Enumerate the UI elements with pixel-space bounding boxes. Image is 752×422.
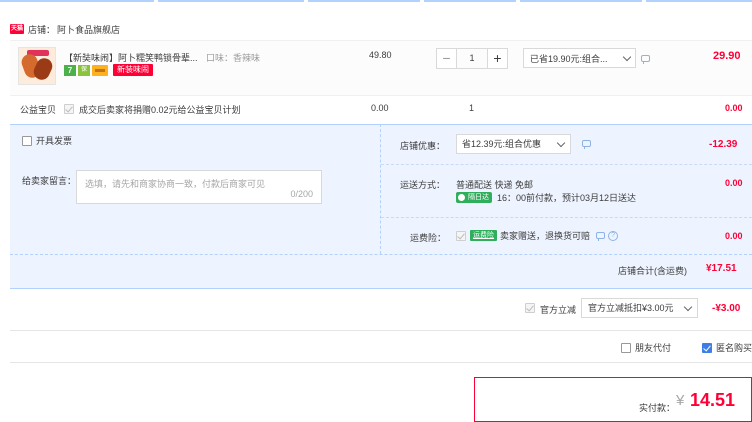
divider [381,164,752,165]
item-badges: 7 保 新装味闹 [64,64,153,76]
seller-message-input[interactable]: 选填，请先和商家协商一致，付款后商家可见 0/200 [76,170,322,204]
help-icon[interactable]: ? [608,230,619,241]
insurance-row: 运费险 卖家赠送，退换货可赔 ? [456,229,619,242]
chat-icon[interactable] [596,232,606,241]
store-coupon-select[interactable]: 省12.39元:组合优惠 [456,134,571,154]
credit-card-icon[interactable] [92,64,108,76]
product-thumbnail[interactable] [18,47,56,85]
insurance-amount: 0.00 [725,231,743,241]
shipping-eta: 16：00前付款，预计03月12日送达 [497,193,637,203]
store-coupon-label: 店铺优惠： [400,141,446,151]
tmall-icon: 天猫 [10,24,24,34]
item-sku: 口味：香辣味 [206,53,261,63]
item-discount-select[interactable]: 已省19.90元:组合... [523,48,636,68]
official-discount-label: 官方立减 [540,305,577,315]
charity-label: 公益宝贝 [20,105,57,115]
insurance-text: 卖家赠送，退换货可赔 [500,231,591,241]
official-discount-checkbox[interactable] [525,303,535,313]
shipping-label: 运送方式： [400,180,446,190]
insurance-tag[interactable]: 运费险 [470,230,497,241]
item-unit-price: 49.80 [369,50,392,60]
payment-label: 实付款： [639,403,676,413]
divider [10,330,752,331]
anonymous-label: 匿名购买 [716,343,752,353]
store-total-label: 店铺合计(含运费) [618,266,687,276]
store-header: 天猫 店铺： 阿卜食品旗舰店 [10,22,120,36]
official-discount-amount: -¥3.00 [712,303,741,314]
message-char-count: 0/200 [290,189,313,199]
quantity-increase-button[interactable]: + [487,48,508,69]
top-divider [0,0,752,2]
quantity-input[interactable]: 1 [457,48,487,69]
item-total: 29.90 [713,50,741,62]
charity-text: 成交后卖家将捐赠0.02元给公益宝贝计划 [79,105,241,115]
store-coupon-value: 省12.39元:组合优惠 [462,139,542,149]
anonymous-checkbox[interactable] [702,342,712,353]
item-discount-value: 已省19.90元:组合... [530,53,608,64]
promo-tag: 新装味闹 [113,64,153,76]
quantity-decrease-button[interactable]: − [436,48,457,69]
insurance-label: 运费险： [410,233,447,243]
divider [381,217,752,218]
shipping-eta-row: 隔日达 16：00前付款，预计03月12日送达 [456,191,636,204]
divider [10,254,752,255]
message-label: 给卖家留言： [22,176,77,186]
chevron-down-icon [556,138,566,148]
charity-total: 0.00 [725,103,743,113]
shipping-method: 普通配送 快递 免邮 [456,180,534,190]
divider [10,362,752,363]
insurance-checkbox[interactable] [456,230,466,241]
friend-pay-label: 朋友代付 [635,343,672,353]
anonymous-option[interactable]: 匿名购买 [702,341,752,354]
friend-pay-option[interactable]: 朋友代付 [621,341,671,354]
item-title-row: 【新奘味闹】阿卜糯笑鸭锁骨辈... 口味：香辣味 [64,51,260,64]
currency-symbol: ¥ [676,392,685,409]
payment-amount: 14.51 [690,390,736,410]
store-label: 店铺： [28,24,56,35]
invoice-option[interactable]: 开具发票 [22,134,72,147]
store-total-amount: ¥17.51 [706,263,737,274]
charity-quantity: 1 [469,103,475,113]
charity-checkbox[interactable] [64,104,74,114]
friend-pay-checkbox[interactable] [621,342,631,353]
invoice-label: 开具发票 [36,136,73,146]
guarantee-icon[interactable]: 保 [78,64,90,76]
chat-icon[interactable] [641,55,650,64]
message-placeholder: 选填，请先和商家协商一致，付款后商家可见 [85,179,266,189]
charity-price: 0.00 [371,103,389,113]
store-coupon-amount: -12.39 [709,139,738,150]
chevron-down-icon [622,52,632,62]
chevron-down-icon [683,302,693,312]
item-title-link[interactable]: 【新奘味闹】阿卜糯笑鸭锁骨辈... [64,53,198,63]
official-discount-value: 官方立减抵扣¥3.00元 [588,303,674,313]
quantity-stepper: − 1 + [436,48,510,69]
store-name-link[interactable]: 阿卜食品旗舰店 [57,23,120,36]
next-day-tag: 隔日达 [456,192,492,203]
chat-icon[interactable] [582,140,591,149]
shipping-amount: 0.00 [725,178,743,188]
seven-day-return-icon[interactable]: 7 [64,64,76,76]
official-discount-select[interactable]: 官方立减抵扣¥3.00元 [581,298,698,318]
invoice-checkbox[interactable] [22,135,32,146]
